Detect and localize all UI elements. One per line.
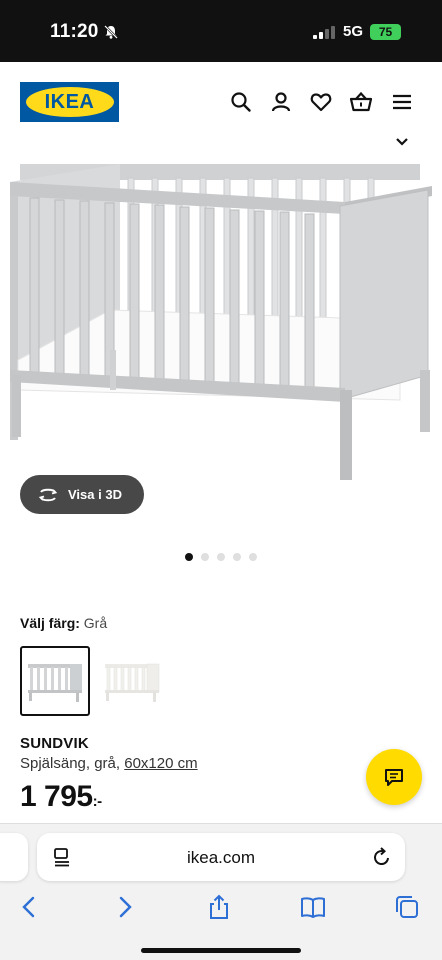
logo-text: IKEA [44, 90, 95, 113]
ikea-logo[interactable]: IKEA [20, 82, 119, 122]
product-description-text: Spjälsäng, grå, [20, 755, 121, 772]
chevron-down-icon[interactable] [394, 136, 410, 148]
color-selector-label: Välj färg: Grå [20, 615, 107, 631]
view-in-3d-label: Visa i 3D [68, 487, 122, 502]
url-text: ikea.com [186, 848, 256, 867]
rotate-3d-icon [38, 488, 58, 501]
tabs-icon[interactable] [394, 894, 420, 920]
carousel-dot[interactable] [217, 553, 225, 561]
heart-icon[interactable] [309, 90, 333, 114]
color-label-text: Välj färg: [20, 615, 80, 631]
product-image-crib[interactable] [0, 150, 442, 480]
battery-indicator: 75 [370, 24, 401, 40]
site-header: IKEA [0, 62, 442, 142]
logo-oval: IKEA [25, 87, 114, 117]
chat-icon [385, 769, 403, 786]
view-in-3d-button[interactable]: Visa i 3D [20, 475, 144, 514]
status-time: 11:20 [50, 21, 99, 42]
address-bar[interactable]: ikea.com [37, 833, 405, 881]
status-bar: 11:20 5G 75 [0, 0, 442, 62]
color-swatch-gray[interactable] [20, 646, 90, 716]
color-value: Grå [83, 615, 108, 631]
product-size-link[interactable]: 60x120 cm [124, 755, 197, 772]
menu-icon[interactable] [390, 90, 414, 114]
battery-level: 75 [378, 25, 393, 39]
forward-icon[interactable] [112, 894, 138, 920]
search-icon[interactable] [229, 90, 253, 114]
carousel-dot[interactable] [249, 553, 257, 561]
reload-icon[interactable] [372, 846, 392, 868]
network-label: 5G [343, 23, 364, 40]
product-name: SUNDVIK [20, 735, 89, 752]
product-price: 1 795:- [20, 780, 102, 814]
carousel-dot[interactable] [185, 553, 193, 561]
previous-tab-peek[interactable] [0, 833, 28, 881]
share-icon[interactable] [206, 894, 232, 920]
price-amount: 1 795 [20, 780, 93, 813]
signal-icon [313, 26, 335, 39]
bell-muted-icon [104, 25, 118, 39]
bookmarks-icon[interactable] [300, 894, 326, 920]
color-swatch-white[interactable] [97, 646, 167, 716]
back-icon[interactable] [16, 894, 42, 920]
price-suffix: :- [92, 793, 103, 810]
carousel-dot[interactable] [201, 553, 209, 561]
crib-thumbnail-gray [28, 664, 82, 702]
image-carousel-dots[interactable] [185, 553, 257, 561]
product-description: Spjälsäng, grå, 60x120 cm [20, 755, 198, 772]
user-icon[interactable] [269, 90, 293, 114]
crib-thumbnail-white [105, 663, 160, 702]
basket-icon[interactable] [349, 90, 373, 114]
carousel-dot[interactable] [233, 553, 241, 561]
chat-button[interactable] [366, 749, 422, 805]
home-indicator [141, 948, 301, 953]
browser-toolbar: ikea.com [0, 823, 442, 960]
